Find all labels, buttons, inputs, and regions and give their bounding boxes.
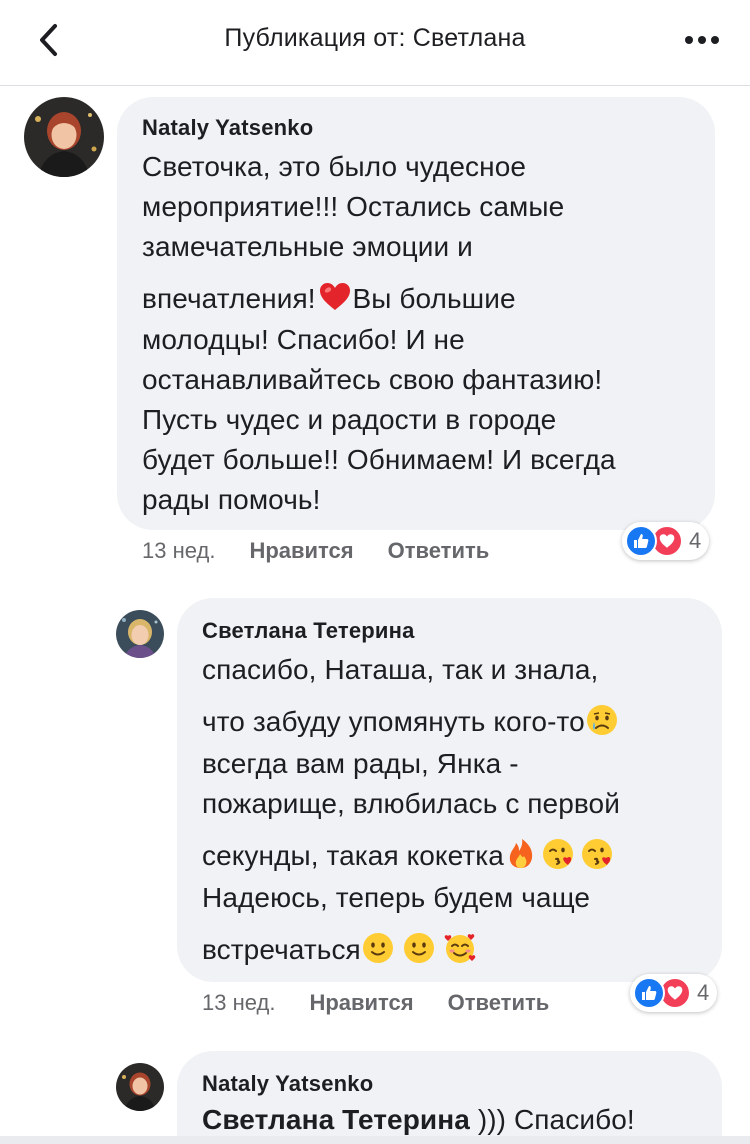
like-reaction-icon (633, 977, 665, 1009)
text-line: Светочка, это было чудесное (142, 151, 527, 182)
comment-time[interactable]: 13 нед. (142, 538, 215, 564)
comment-meta: 13 нед. Нравится Ответить (142, 538, 489, 564)
text-line: рады помочь! (142, 484, 321, 515)
face-blowing-kiss-emoji-icon (581, 839, 612, 869)
comment-meta: 13 нед. Нравится Ответить (202, 990, 549, 1016)
red-heart-emoji-icon (320, 283, 351, 310)
text-line: Пусть чудес и радости в городе (142, 404, 557, 435)
comment-author[interactable]: Светлана Тетерина (202, 618, 415, 644)
mention-link[interactable]: Светлана Тетерина (202, 1104, 470, 1135)
avatar[interactable] (116, 1063, 164, 1111)
text-line: спасибо, Наташа, так и знала, (202, 654, 599, 685)
comment-text: Светочка, это было чудесное мероприятие!… (142, 145, 707, 518)
avatar[interactable] (116, 610, 164, 658)
slightly-smiling-face-emoji-icon (362, 933, 393, 963)
comment-text: спасибо, Наташа, так и знала, что забуду… (202, 648, 717, 970)
comment-time[interactable]: 13 нед. (202, 990, 275, 1016)
smiling-face-with-hearts-emoji-icon (444, 934, 476, 963)
more-options-button[interactable] (680, 22, 724, 58)
crying-face-emoji-icon (586, 705, 617, 735)
text-line: встречаться (202, 924, 717, 970)
text-line: пожарище, влюбилась с первой (202, 788, 620, 819)
text-line: будет больше!! Обнимаем! И всегда (142, 444, 616, 475)
text-line: замечательные эмоции и (142, 231, 473, 262)
text-line: Надеюсь, теперь будем чаще (202, 882, 591, 913)
text-fragment: ))) Спасибо! (469, 1104, 635, 1135)
like-reaction-icon (625, 525, 657, 557)
reaction-count: 4 (689, 528, 702, 553)
like-button[interactable]: Нравится (249, 538, 353, 564)
like-button[interactable]: Нравится (309, 990, 413, 1016)
text-fragment: секунды, такая кокетка (202, 840, 504, 871)
reply-button[interactable]: Ответить (388, 538, 490, 564)
comment-author[interactable]: Nataly Yatsenko (202, 1071, 373, 1097)
avatar[interactable] (24, 97, 104, 177)
text-line: всегда вам рады, Янка - (202, 748, 519, 779)
reply-button[interactable]: Ответить (448, 990, 550, 1016)
more-horizontal-icon (685, 36, 719, 44)
reactions-summary[interactable]: 4 (622, 522, 710, 560)
comment-author[interactable]: Nataly Yatsenko (142, 115, 313, 141)
text-line: молодцы! Спасибо! И не (142, 324, 465, 355)
text-fragment: впечатления! (142, 283, 324, 314)
reactions-summary[interactable]: 4 (630, 974, 718, 1012)
text-line: секунды, такая кокетка (202, 830, 717, 876)
reaction-count: 4 (697, 980, 710, 1005)
text-fragment: Вы большие (352, 283, 516, 314)
fire-emoji-icon (509, 839, 533, 868)
text-line: что забуду упомянуть кого-то (202, 696, 717, 742)
text-fragment: встречаться (202, 934, 361, 965)
slightly-smiling-face-emoji-icon (403, 933, 434, 963)
face-blowing-kiss-emoji-icon (542, 839, 573, 869)
text-line: останавливайтесь свою фантазию! (142, 364, 603, 395)
text-line: мероприятие!!! Остались самые (142, 191, 565, 222)
top-bar: Публикация от: Светлана (0, 0, 750, 86)
bottom-edge (0, 1136, 750, 1144)
text-line: впечатления! Вы большие (142, 273, 707, 318)
page-title: Публикация от: Светлана (224, 24, 526, 52)
text-fragment: что забуду упомянуть кого-то (202, 706, 585, 737)
